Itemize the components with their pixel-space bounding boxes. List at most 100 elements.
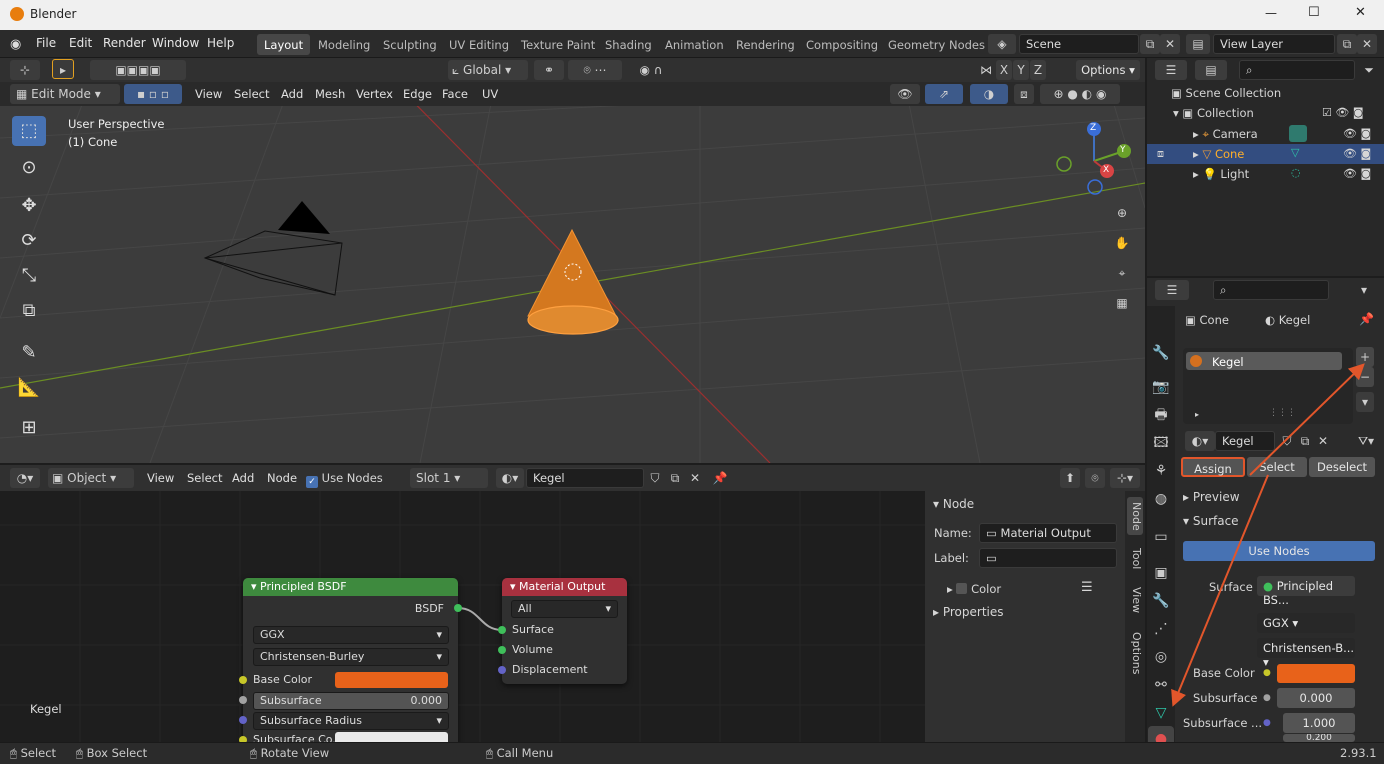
view-layer-icon[interactable]: ▤: [1186, 34, 1210, 54]
mesh-data-icon[interactable]: ▽: [1291, 146, 1299, 159]
zoom-icon[interactable]: ⊕: [1112, 203, 1132, 223]
resize-grip-icon[interactable]: ⋮⋮⋮: [1269, 408, 1296, 418]
menu-select[interactable]: Select: [234, 87, 269, 101]
base-color-input-socket[interactable]: [239, 676, 247, 684]
tab-options[interactable]: Options: [1127, 631, 1143, 675]
slot-specials-icon[interactable]: ▾: [1356, 392, 1374, 412]
particles-tab-icon[interactable]: ⋰: [1148, 616, 1174, 642]
tab-layout[interactable]: Layout: [257, 34, 311, 55]
menu-add[interactable]: Add: [281, 87, 303, 101]
cone-toggles[interactable]: 👁 ◙: [1343, 147, 1371, 160]
delete-view-layer-icon[interactable]: ✕: [1357, 34, 1377, 54]
view-layer-tab-icon[interactable]: 🖾: [1148, 430, 1174, 456]
mode-selector[interactable]: ▦ Edit Mode ▾: [10, 84, 120, 104]
outliner-row-cone[interactable]: ⧈ ▸ ▽ Cone ▽ 👁 ◙: [1147, 144, 1384, 164]
outliner-row-light[interactable]: ▸ 💡 Light ◌ 👁 ◙: [1147, 164, 1384, 184]
outliner-editor-icon[interactable]: ☰: [1155, 60, 1187, 80]
surface-input-socket[interactable]: [498, 626, 506, 634]
display-mode-icon[interactable]: ▤: [1195, 60, 1227, 80]
shading-mode-icons[interactable]: ⊕ ● ◐ ◉: [1040, 84, 1120, 104]
preview-panel-header[interactable]: ▸ Preview: [1183, 490, 1240, 504]
slot-select[interactable]: Slot 1 ▾: [410, 468, 488, 488]
scene-collection-row[interactable]: ▣ Scene Collection: [1171, 86, 1281, 100]
select-box-tool-icon[interactable]: ⬚: [12, 116, 46, 146]
subsurface-value-field[interactable]: 0.000: [1277, 688, 1355, 708]
select-tool-icon[interactable]: ▸: [52, 59, 74, 79]
duplicate-material-icon[interactable]: ⧉: [1295, 431, 1315, 451]
properties-editor-icon[interactable]: ☰: [1155, 280, 1189, 300]
properties-options-icon[interactable]: ▾: [1354, 280, 1374, 300]
menu-view[interactable]: View: [195, 87, 222, 101]
add-slot-button[interactable]: +: [1356, 347, 1374, 367]
scene-tab-icon[interactable]: ⚘: [1148, 458, 1174, 484]
gizmo-toggle-icon[interactable]: ⇗: [925, 84, 963, 104]
menu-face[interactable]: Face: [442, 87, 468, 101]
node-unlink-icon[interactable]: ✕: [685, 468, 705, 488]
light-data-icon[interactable]: ◌: [1291, 166, 1301, 179]
displacement-input-socket[interactable]: [498, 666, 506, 674]
base-color-swatch[interactable]: [1277, 664, 1355, 683]
tab-uv-editing[interactable]: UV Editing: [442, 34, 516, 55]
new-scene-icon[interactable]: ⧉: [1140, 34, 1160, 54]
selection-mode-icons[interactable]: ▣▣▣▣: [90, 60, 186, 80]
surface-shader-field[interactable]: ● Principled BS...: [1257, 576, 1355, 607]
axis-z-toggle[interactable]: Z: [1030, 60, 1046, 80]
object-mode-select[interactable]: ▣ Object ▾: [48, 468, 134, 488]
node-pin-icon[interactable]: 📌: [710, 468, 730, 488]
material-name-field[interactable]: Kegel: [1215, 431, 1275, 451]
deselect-button[interactable]: Deselect: [1309, 457, 1375, 477]
subsurface-slider[interactable]: Subsurface 0.000: [253, 692, 449, 710]
fake-user-icon[interactable]: ⛉: [1277, 431, 1297, 451]
parent-node-tree-icon[interactable]: ⬆: [1060, 468, 1080, 488]
proportional-edit-icon[interactable]: ◉ ∩: [626, 60, 676, 80]
gizmo-x-label[interactable]: X: [1103, 165, 1109, 175]
material-browse-icon[interactable]: ◐▾: [496, 468, 524, 488]
edit-mode-icon[interactable]: ⧈: [1157, 147, 1164, 161]
subsurface-method-select[interactable]: Christensen-B... ▾: [1257, 638, 1355, 669]
measure-tool-icon[interactable]: 📐: [12, 373, 46, 403]
menu-edit[interactable]: Edit: [69, 36, 92, 50]
scene-name-field[interactable]: Scene: [1019, 34, 1139, 54]
bsdf-node-header[interactable]: ▾ Principled BSDF: [243, 578, 458, 596]
snap-element-icon[interactable]: ⊹▾: [1110, 468, 1140, 488]
rotate-tool-icon[interactable]: ⟳: [12, 226, 46, 256]
cursor-tool-icon[interactable]: ⊙: [12, 153, 46, 183]
tab-compositing[interactable]: Compositing: [799, 34, 885, 55]
properties-search-field[interactable]: ⌕: [1213, 280, 1329, 300]
color-socket-icon[interactable]: ●: [1263, 668, 1271, 678]
expand-icon[interactable]: ▸: [1195, 410, 1199, 419]
node-panel-header[interactable]: ▾ Node: [933, 497, 974, 511]
node-menu-select[interactable]: Select: [187, 471, 222, 485]
distribution-dropdown[interactable]: GGX ▾: [253, 626, 449, 644]
tab-view[interactable]: View: [1127, 585, 1143, 615]
object-tab-icon[interactable]: ▣: [1148, 560, 1174, 586]
outliner-row-camera[interactable]: ▸ ⌖ Camera 👁 ◙: [1147, 124, 1384, 144]
material-slot-item[interactable]: Kegel: [1186, 352, 1342, 370]
volume-input-socket[interactable]: [498, 646, 506, 654]
bsdf-output-socket[interactable]: [454, 604, 462, 612]
material-output-node[interactable]: ▾ Material Output All ▾ Surface Volume Di…: [498, 578, 627, 684]
color-subpanel[interactable]: ▸ Color: [947, 582, 1001, 596]
tab-texture-paint[interactable]: Texture Paint: [514, 34, 602, 55]
principled-bsdf-node[interactable]: ▾ Principled BSDF BSDF GGX ▾ Christensen-…: [239, 578, 462, 742]
node-menu-node[interactable]: Node: [267, 471, 297, 485]
physics-tab-icon[interactable]: ◎: [1148, 644, 1174, 670]
menu-vertex[interactable]: Vertex: [356, 87, 393, 101]
xray-icon[interactable]: ⧈: [1014, 84, 1034, 104]
menu-file[interactable]: File: [36, 36, 56, 50]
menu-mesh[interactable]: Mesh: [315, 87, 345, 101]
menu-help[interactable]: Help: [207, 36, 234, 50]
tab-sculpting[interactable]: Sculpting: [376, 34, 444, 55]
properties-subpanel-header[interactable]: ▸ Properties: [933, 605, 1004, 619]
subsurface-input-socket[interactable]: [239, 696, 247, 704]
tab-rendering[interactable]: Rendering: [729, 34, 802, 55]
render-tab-icon[interactable]: 📷: [1148, 374, 1174, 400]
mirror-icon[interactable]: ⋈: [976, 60, 996, 80]
constraints-tab-icon[interactable]: ⚯: [1148, 672, 1174, 698]
unlink-material-icon[interactable]: ✕: [1313, 431, 1333, 451]
node-material-field[interactable]: Kegel: [526, 468, 644, 488]
camera-data-icon[interactable]: [1289, 125, 1307, 142]
transform-tool-icon[interactable]: ⧉: [12, 296, 46, 326]
menu-uv[interactable]: UV: [482, 87, 498, 101]
overlay-toggle-icon[interactable]: ◑: [970, 84, 1008, 104]
